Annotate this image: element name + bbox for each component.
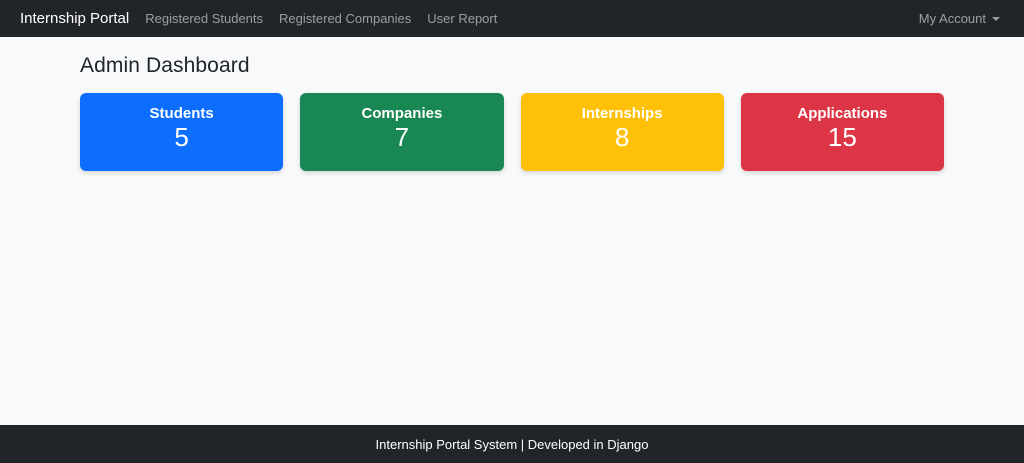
- stat-card-internships: Internships 8: [520, 93, 724, 171]
- navbar: Internship Portal Registered Students Re…: [0, 0, 1024, 37]
- navbar-brand[interactable]: Internship Portal: [20, 10, 129, 27]
- footer-text: Internship Portal System | Developed in …: [375, 436, 649, 452]
- stat-card-label: Internships: [581, 105, 663, 122]
- page: Internship Portal Registered Students Re…: [0, 0, 1024, 463]
- stat-card-label: Companies: [361, 105, 443, 122]
- page-title: Admin Dashboard: [80, 54, 250, 77]
- account-dropdown[interactable]: My Account: [919, 11, 1000, 26]
- main-content: Admin Dashboard Students 5 Companies 7 I…: [80, 54, 944, 171]
- nav-link-registered-companies[interactable]: Registered Companies: [279, 11, 411, 26]
- nav-link-user-report[interactable]: User Report: [427, 11, 497, 26]
- stat-cards-row: Students 5 Companies 7 Internships 8 App…: [80, 93, 944, 171]
- stat-card-value: 8: [614, 122, 630, 152]
- stat-card-companies: Companies 7: [300, 93, 504, 171]
- stat-card-applications: Applications 15: [740, 93, 944, 171]
- stat-card-label: Students: [149, 105, 214, 122]
- stat-card-label: Applications: [797, 105, 888, 122]
- nav-link-registered-students[interactable]: Registered Students: [145, 11, 263, 26]
- caret-down-icon: [992, 16, 1000, 21]
- footer: Internship Portal System | Developed in …: [0, 425, 1024, 463]
- stat-card-students: Students 5: [80, 93, 284, 171]
- account-dropdown-label: My Account: [918, 11, 986, 26]
- stat-card-value: 15: [827, 122, 857, 152]
- stat-card-value: 5: [174, 122, 189, 152]
- navbar-links: Registered Students Registered Companies…: [145, 11, 497, 26]
- stat-card-value: 7: [394, 122, 410, 152]
